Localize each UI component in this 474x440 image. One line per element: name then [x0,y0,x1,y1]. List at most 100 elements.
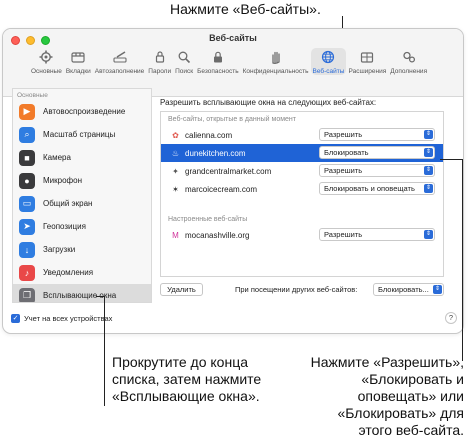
lock-icon [211,50,225,64]
sidebar-item-play[interactable]: ▶ Автовоспроизведение [13,100,151,123]
window-titlebar: Веб-сайты Основные Вкладки Автозаполнение П… [3,29,463,97]
toolbar-item-label: Вкладки [65,68,91,75]
callout-right-line-5: этого веб-сайта. [358,422,464,438]
website-name: marcoicecream.com [185,184,258,194]
toolbar-item-hand[interactable]: Конфиденциальность [241,48,311,75]
location-icon: ➤ [19,218,35,235]
sidebar-item-bell[interactable]: ♪ Уведомления [13,261,151,284]
sidebar-item-camera[interactable]: ■ Камера [13,146,151,169]
search-icon [177,50,191,64]
website-name: grandcentralmarket.com [185,166,272,176]
chevron-updown-icon: ⇕ [424,130,433,139]
callout-right-line-3: оповещать» или [357,388,464,404]
toolbar-item-label: Веб-сайты [312,68,345,75]
callout-left-line-1: Прокрутите до конца [112,354,249,370]
website-permission-value: Блокировать и оповещать [324,184,415,193]
magnifier-icon: ⌕ [19,126,35,143]
sidebar-item-popup-window[interactable]: ❐ Всплывающие окна [13,284,151,302]
website-name: mocanashville.org [185,230,250,240]
website-row[interactable]: ✶ marcoicecream.com Блокировать и оповещат… [161,180,443,198]
popup-settings-title: Разрешить всплывающие окна на следующих … [160,98,377,107]
site-favicon-icon: ♨ [171,148,180,158]
toolbar-item-tabs[interactable]: Вкладки [64,48,93,75]
sidebar-item-screen-share[interactable]: ▭ Общий экран [13,192,151,215]
toolbar-item-label: Основные [31,68,62,75]
help-button[interactable]: ? [445,312,457,324]
toolbar-item-gear[interactable]: Основные [29,48,64,75]
toolbar-item-puzzle[interactable]: Расширения [346,48,388,75]
website-name: dunekitchen.com [185,148,246,158]
sync-checkbox[interactable]: ✓ [11,314,20,323]
toolbar-item-pencil[interactable]: Автозаполнение [93,48,147,75]
sidebar-item-label: Камера [43,153,71,162]
window-title: Веб-сайты [209,33,257,43]
callout-right-line-2: «Блокировать и [361,371,464,387]
website-permission-select[interactable]: Блокировать ⇕ [319,146,435,159]
website-permission-value: Разрешить [324,130,363,139]
preferences-toolbar: Основные Вкладки Автозаполнение Пароли Поиск… [29,48,429,75]
screen-share-icon: ▭ [19,195,35,212]
chevron-updown-icon: ⇕ [433,285,442,294]
toolbar-item-label: Дополнения [390,68,428,75]
sidebar-section-header: Основные [17,92,48,99]
toolbar-item-key[interactable]: Пароли [146,48,173,75]
delete-button[interactable]: Удалить [160,283,203,296]
download-icon: ↓ [19,241,35,258]
toolbar-item-lock[interactable]: Безопасность [195,48,240,75]
site-favicon-icon: ✦ [172,166,179,176]
toolbar-item-label: Пароли [148,68,172,75]
website-permission-select[interactable]: Блокировать и оповещать ⇕ [319,182,435,195]
toolbar-item-label: Автозаполнение [94,68,145,75]
callout-scroll-popups: Прокрутите до конца списка, затем нажмит… [112,354,282,405]
toolbar-item-label: Конфиденциальность [242,68,309,75]
site-favicon-icon: ✿ [172,130,179,140]
website-permission-select[interactable]: Разрешить ⇕ [319,128,435,141]
key-icon [153,50,167,64]
puzzle-icon [360,50,374,64]
sidebar-item-location[interactable]: ➤ Геопозиция [13,215,151,238]
other-websites-value: Блокировать... [378,285,429,294]
website-row[interactable]: ♨ dunekitchen.com Блокировать ⇕ [161,144,443,162]
hand-icon [269,50,283,64]
play-icon: ▶ [19,103,35,120]
chevron-updown-icon: ⇕ [424,230,433,239]
camera-icon: ■ [19,149,35,166]
toolbar-item-gears[interactable]: Дополнения [388,48,429,75]
toolbar-item-label: Безопасность [197,68,239,75]
globe-icon [321,50,335,64]
bell-icon: ♪ [19,264,35,281]
chevron-updown-icon: ⇕ [424,184,433,193]
website-permission-value: Разрешить [324,230,363,239]
toolbar-item-globe[interactable]: Веб-сайты [310,48,347,75]
callout-leader-left [104,296,105,406]
callout-left-line-2: списка, затем нажмите [112,371,262,387]
sidebar-item-label: Микрофон [43,176,82,185]
toolbar-item-search[interactable]: Поиск [173,48,195,75]
chevron-updown-icon: ⇕ [424,166,433,175]
sidebar-item-microphone[interactable]: ● Микрофон [13,169,151,192]
callout-click-websites: Нажмите «Веб-сайты». [170,1,321,17]
chevron-updown-icon: ⇕ [424,148,433,157]
sidebar-item-label: Общий экран [43,199,93,208]
callout-leader-right [462,159,463,361]
tutorial-figure: Нажмите «Веб-сайты». Веб-сайты Основные В… [0,0,474,440]
website-row[interactable]: ✦ grandcentralmarket.com Разрешить ⇕ [161,162,443,180]
sidebar-item-label: Масштаб страницы [43,130,116,139]
callout-left-line-3: «Всплывающие окна». [112,388,260,404]
website-permission-select[interactable]: Разрешить ⇕ [319,228,435,241]
websites-list[interactable]: Веб-сайты, открытые в данный момент ✿ cal… [160,111,444,277]
site-favicon-icon: M [172,230,179,240]
website-row[interactable]: Mmocanashville.org Разрешить ⇕ [161,226,443,244]
tabs-icon [71,50,85,64]
gear-icon [39,50,53,64]
website-permission-select[interactable]: Разрешить ⇕ [319,164,435,177]
callout-right-line-4: «Блокировать» для [337,405,464,421]
open-websites-group-label: Веб-сайты, открытые в данный момент [168,116,297,123]
sidebar-item-download[interactable]: ↓ Загрузки [13,238,151,261]
sidebar-item-magnifier[interactable]: ⌕ Масштаб страницы [13,123,151,146]
configured-websites-group-label: Настроенные веб-сайты [168,216,248,223]
permissions-sidebar[interactable]: Основные ▶ Автовоспроизведение ⌕ Масштаб ст… [12,88,152,303]
other-websites-select[interactable]: Блокировать... ⇕ [373,283,444,296]
website-row[interactable]: ✿ calienna.com Разрешить ⇕ [161,126,443,144]
callout-leader-left-tick [96,296,105,297]
